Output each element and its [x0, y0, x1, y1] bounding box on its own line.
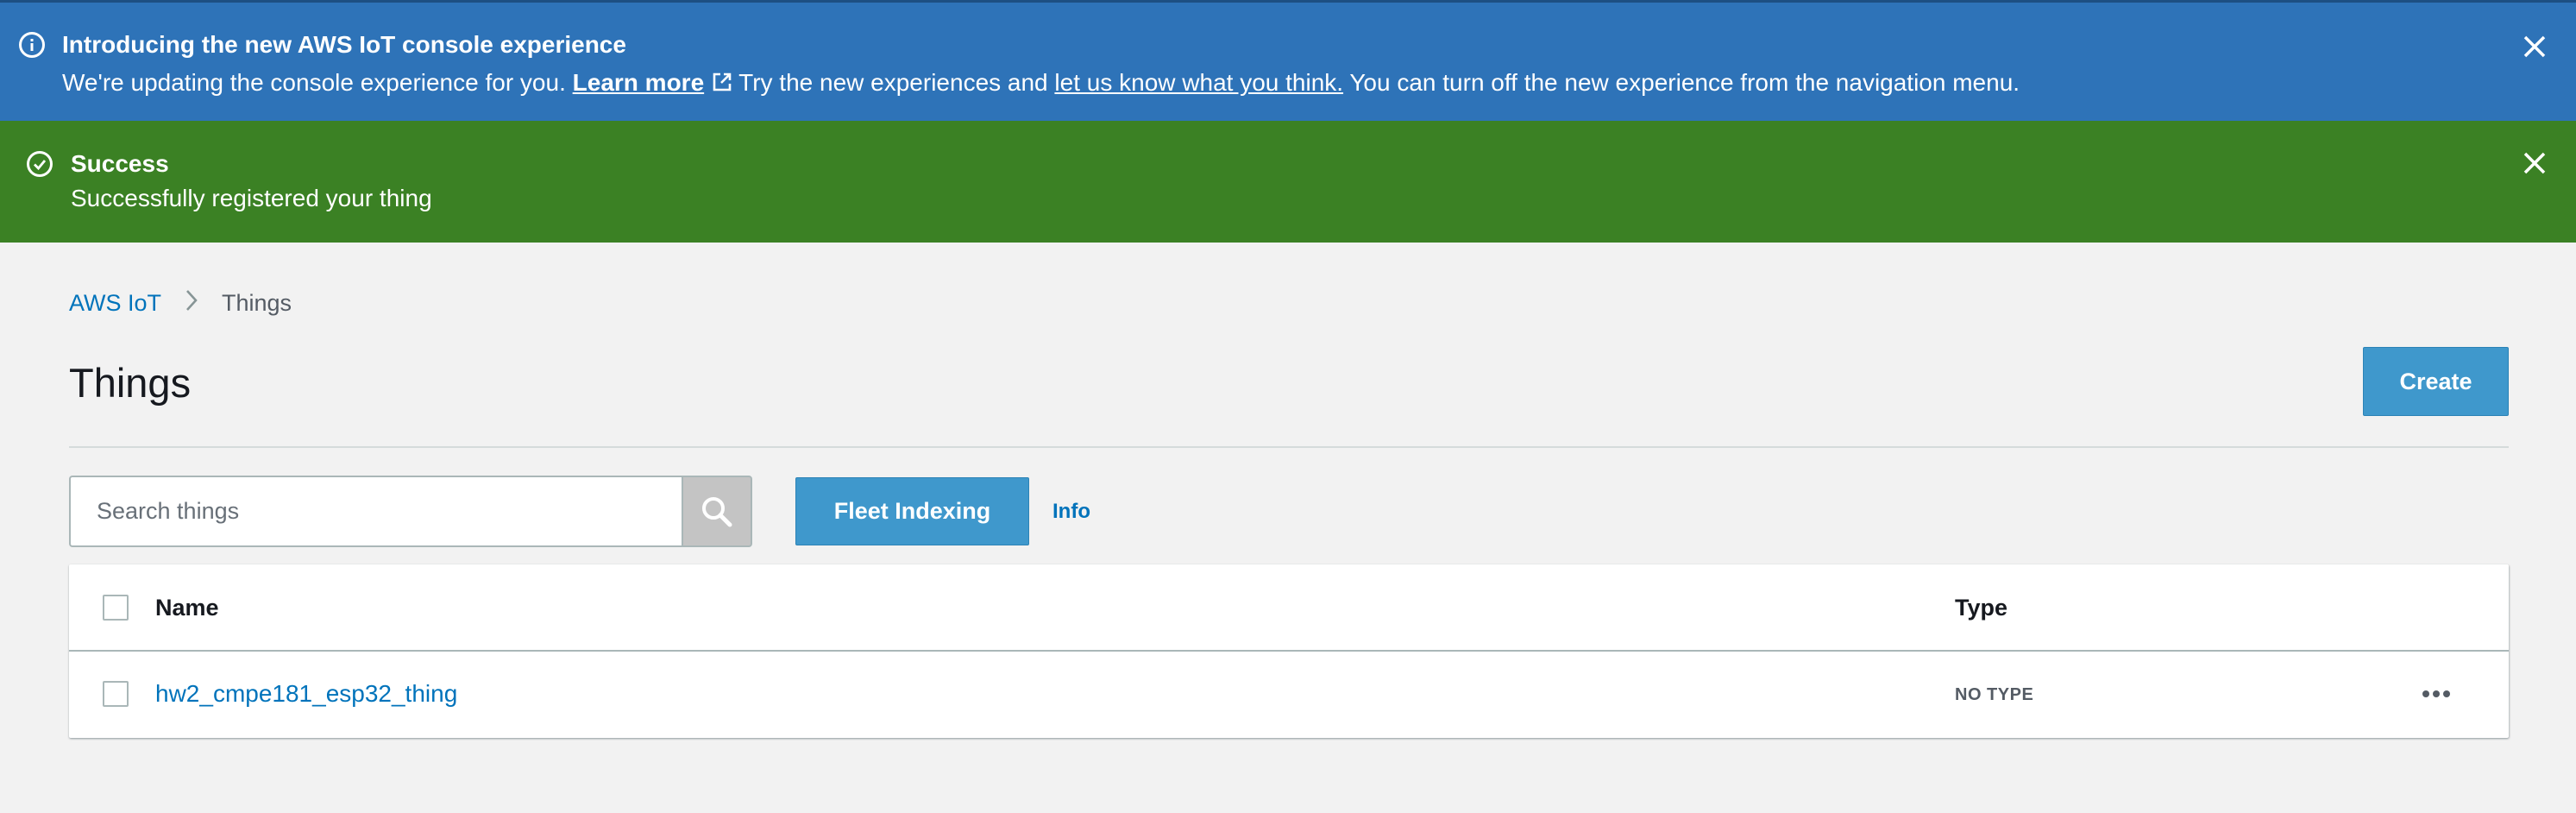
close-icon [2523, 35, 2546, 58]
info-link[interactable]: Info [1052, 499, 1090, 525]
info-banner: Introducing the new AWS IoT console expe… [0, 0, 2576, 121]
table-row: hw2_cmpe181_esp32_thing NO TYPE [69, 652, 2509, 738]
success-banner-message: Successfully registered your thing [71, 185, 432, 211]
column-header-name: Name [155, 595, 219, 621]
success-banner-title: Success [71, 150, 169, 177]
breadcrumb-current: Things [222, 290, 292, 316]
thing-type: NO TYPE [1955, 685, 2034, 704]
search-button[interactable] [682, 476, 752, 547]
success-banner: Success Successfully registered your thi… [0, 121, 2576, 243]
table-header-row: Name Type [69, 564, 2509, 652]
select-all-checkbox[interactable] [103, 595, 129, 621]
breadcrumb: AWS IoT Things [69, 288, 292, 319]
thing-name-link[interactable]: hw2_cmpe181_esp32_thing [155, 679, 457, 709]
close-icon [2523, 152, 2546, 174]
breadcrumb-aws-iot-link[interactable]: AWS IoT [69, 290, 161, 316]
info-icon [19, 32, 45, 58]
learn-more-link[interactable]: Learn more [573, 69, 705, 96]
column-header-type: Type [1955, 595, 2008, 621]
things-table: Name Type hw2_cmpe181_esp32_thing NO TYP… [69, 564, 2509, 738]
page-title: Things [69, 360, 192, 406]
ellipsis-icon [2422, 690, 2429, 697]
more-actions-button[interactable] [2412, 672, 2460, 715]
search-input[interactable] [69, 476, 682, 547]
header-divider [69, 446, 2509, 448]
info-text-after: You can turn off the new experience from… [1343, 69, 2020, 96]
info-banner-title: Introducing the new AWS IoT console expe… [62, 31, 626, 58]
info-banner-text: We're updating the console experience fo… [62, 68, 2020, 100]
feedback-link[interactable]: let us know what you think. [1054, 69, 1343, 96]
info-text-before: We're updating the console experience fo… [62, 69, 573, 96]
external-link-icon [711, 71, 733, 100]
close-info-banner-button[interactable] [2520, 32, 2549, 61]
close-success-banner-button[interactable] [2520, 148, 2549, 178]
fleet-indexing-button[interactable]: Fleet Indexing [795, 477, 1029, 545]
search-icon [702, 496, 732, 526]
chevron-right-icon [184, 288, 199, 319]
check-circle-icon [27, 151, 53, 177]
info-text-middle: Try the new experiences and [738, 69, 1055, 96]
row-checkbox[interactable] [103, 681, 129, 707]
create-button[interactable]: Create [2363, 347, 2509, 416]
